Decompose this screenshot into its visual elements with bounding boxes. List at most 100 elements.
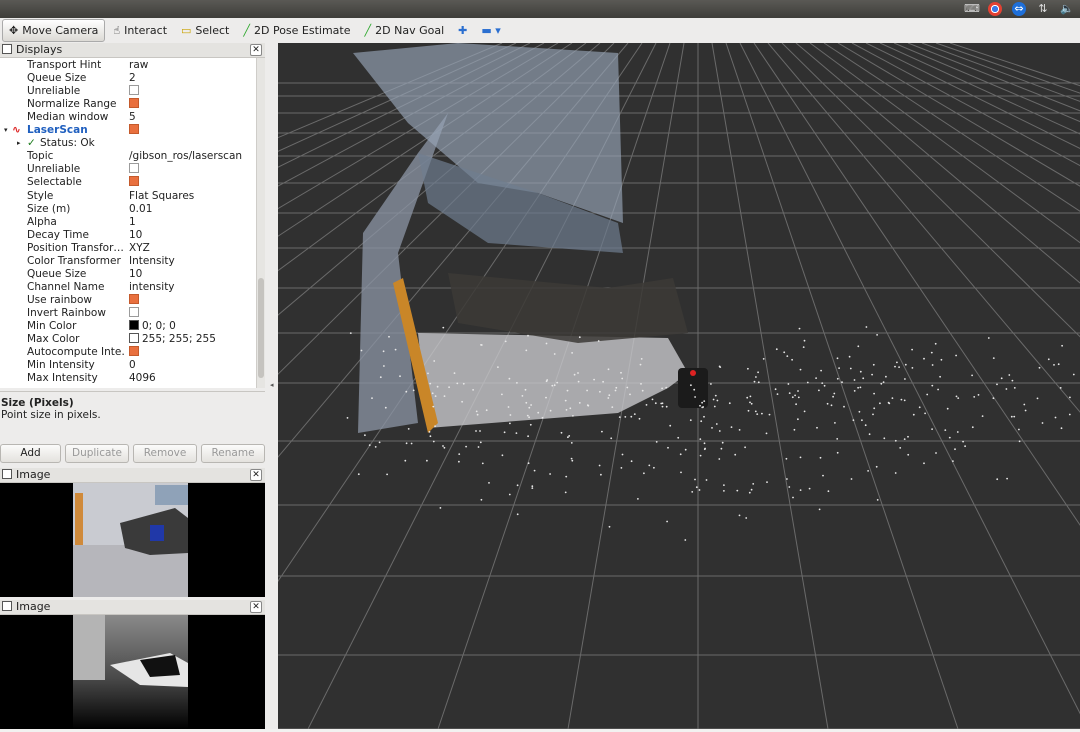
- laser-scan-point: [586, 404, 589, 407]
- property-row[interactable]: Queue Size 2: [0, 72, 256, 85]
- property-value[interactable]: 10: [129, 229, 142, 242]
- property-row[interactable]: ▾ ∿ LaserScan: [0, 124, 256, 137]
- tool-interact[interactable]: ☝ Interact: [107, 20, 173, 41]
- close-icon[interactable]: ✕: [250, 469, 262, 481]
- collapse-arrow-icon[interactable]: ◂: [270, 381, 274, 389]
- checkbox-checked-icon[interactable]: [129, 98, 139, 109]
- chrome-icon[interactable]: [988, 2, 1002, 16]
- property-row[interactable]: Normalize Range: [0, 98, 256, 111]
- property-row[interactable]: Min Intensity 0: [0, 359, 256, 372]
- laser-scan-point: [754, 410, 757, 413]
- laser-scan-point: [699, 454, 702, 457]
- property-row[interactable]: Use rainbow: [0, 293, 256, 307]
- tool-2d-pose-estimate[interactable]: ╱ 2D Pose Estimate: [237, 20, 356, 41]
- depth-camera-image: [0, 615, 265, 729]
- add-tool-icon[interactable]: ✚: [452, 20, 473, 41]
- property-value[interactable]: /gibson_ros/laserscan: [129, 150, 242, 163]
- property-row[interactable]: Position Transfor… XYZ: [0, 242, 256, 255]
- property-checkbox[interactable]: [129, 98, 139, 111]
- property-value[interactable]: 255; 255; 255: [129, 333, 216, 346]
- property-row[interactable]: Decay Time 10: [0, 229, 256, 242]
- property-value[interactable]: 0; 0; 0: [129, 320, 176, 333]
- laser-scan-point: [875, 465, 878, 468]
- laser-scan-point: [826, 402, 829, 405]
- laser-scan-point: [610, 437, 613, 440]
- remove-tool-icon[interactable]: ▬ ▾: [475, 20, 506, 41]
- remove-button[interactable]: Remove: [133, 444, 197, 463]
- add-button[interactable]: Add: [0, 444, 61, 463]
- keyboard-icon[interactable]: ⌨: [964, 2, 980, 16]
- property-row[interactable]: Unreliable: [0, 163, 256, 176]
- property-row[interactable]: Style Flat Squares: [0, 190, 256, 203]
- property-checkbox[interactable]: [129, 306, 139, 320]
- checkbox-unchecked-icon[interactable]: [129, 306, 139, 317]
- color-swatch[interactable]: [129, 320, 139, 330]
- network-icon[interactable]: ⇅: [1036, 2, 1050, 16]
- checkbox-checked-icon[interactable]: [129, 346, 139, 357]
- property-checkbox[interactable]: [129, 293, 139, 307]
- property-row[interactable]: Min Color 0; 0; 0: [0, 320, 256, 333]
- 3d-viewport[interactable]: [278, 43, 1080, 729]
- checkbox-checked-icon[interactable]: [129, 176, 139, 187]
- property-checkbox[interactable]: [129, 124, 139, 137]
- property-row[interactable]: Queue Size 10: [0, 268, 256, 281]
- rename-button[interactable]: Rename: [201, 444, 265, 463]
- tool-2d-nav-goal[interactable]: ╱ 2D Nav Goal: [359, 20, 451, 41]
- checkbox-unchecked-icon[interactable]: [129, 163, 139, 174]
- property-value[interactable]: 1: [129, 216, 136, 229]
- close-icon[interactable]: ✕: [250, 44, 262, 56]
- property-checkbox[interactable]: [129, 85, 139, 98]
- checkbox-unchecked-icon[interactable]: [129, 85, 139, 96]
- panel-splitter[interactable]: ◂: [265, 43, 278, 729]
- pose-estimate-icon: ╱: [243, 24, 250, 37]
- property-row[interactable]: Max Color 255; 255; 255: [0, 333, 256, 346]
- checkbox-checked-icon[interactable]: [129, 293, 139, 304]
- property-row[interactable]: Color Transformer Intensity: [0, 255, 256, 268]
- property-value[interactable]: Intensity: [129, 255, 175, 268]
- checkbox-checked-icon[interactable]: [129, 124, 139, 135]
- property-checkbox[interactable]: [129, 176, 139, 189]
- property-value[interactable]: 0.01: [129, 203, 152, 216]
- expand-arrow-icon[interactable]: ▸: [17, 137, 21, 150]
- property-row[interactable]: Invert Rainbow: [0, 306, 256, 320]
- property-row[interactable]: Transport Hint raw: [0, 59, 256, 72]
- property-row[interactable]: Median window 5: [0, 111, 256, 124]
- property-row[interactable]: Alpha 1: [0, 216, 256, 229]
- laser-scan-point: [755, 376, 757, 378]
- tool-select[interactable]: ▭ Select: [175, 20, 235, 41]
- close-icon[interactable]: ✕: [250, 601, 262, 613]
- laser-scan-point: [527, 334, 529, 337]
- laser-scan-point: [876, 499, 879, 501]
- property-checkbox[interactable]: [129, 346, 139, 359]
- property-row[interactable]: Autocompute Inte…: [0, 346, 256, 359]
- property-value[interactable]: raw: [129, 59, 148, 72]
- property-value[interactable]: 0: [129, 359, 136, 372]
- property-checkbox[interactable]: [129, 163, 139, 176]
- tool-move-camera[interactable]: ✥ Move Camera: [2, 19, 106, 42]
- laser-scan-point: [710, 383, 712, 385]
- property-value[interactable]: 10: [129, 268, 142, 281]
- expand-arrow-icon[interactable]: ▾: [4, 124, 8, 137]
- teamviewer-icon[interactable]: ⇔: [1012, 2, 1026, 16]
- property-row[interactable]: Size (m) 0.01: [0, 203, 256, 216]
- property-value[interactable]: intensity: [129, 281, 175, 294]
- laser-scan-point: [774, 388, 777, 391]
- laser-scan-point: [749, 401, 751, 404]
- property-row[interactable]: Topic/gibson_ros/laserscan: [0, 150, 256, 163]
- laser-scan-point: [923, 462, 925, 465]
- volume-icon[interactable]: 🔈: [1060, 2, 1074, 16]
- color-swatch[interactable]: [129, 333, 139, 344]
- displays-tree[interactable]: Transport Hint raw Queue Size 2 Unreliable No…: [0, 58, 256, 388]
- property-row[interactable]: Selectable: [0, 176, 256, 189]
- property-value[interactable]: 4096: [129, 372, 156, 385]
- duplicate-button[interactable]: Duplicate: [65, 444, 129, 463]
- property-row[interactable]: ▸ ✓ Status: Ok: [0, 137, 256, 150]
- scrollbar-thumb[interactable]: [258, 278, 264, 378]
- property-value[interactable]: 5: [129, 111, 136, 124]
- property-row[interactable]: Channel Name intensity: [0, 281, 256, 294]
- property-row[interactable]: Max Intensity 4096: [0, 372, 256, 385]
- property-value[interactable]: XYZ: [129, 242, 150, 255]
- property-value[interactable]: 2: [129, 72, 136, 85]
- property-value[interactable]: Flat Squares: [129, 190, 194, 203]
- property-row[interactable]: Unreliable: [0, 85, 256, 98]
